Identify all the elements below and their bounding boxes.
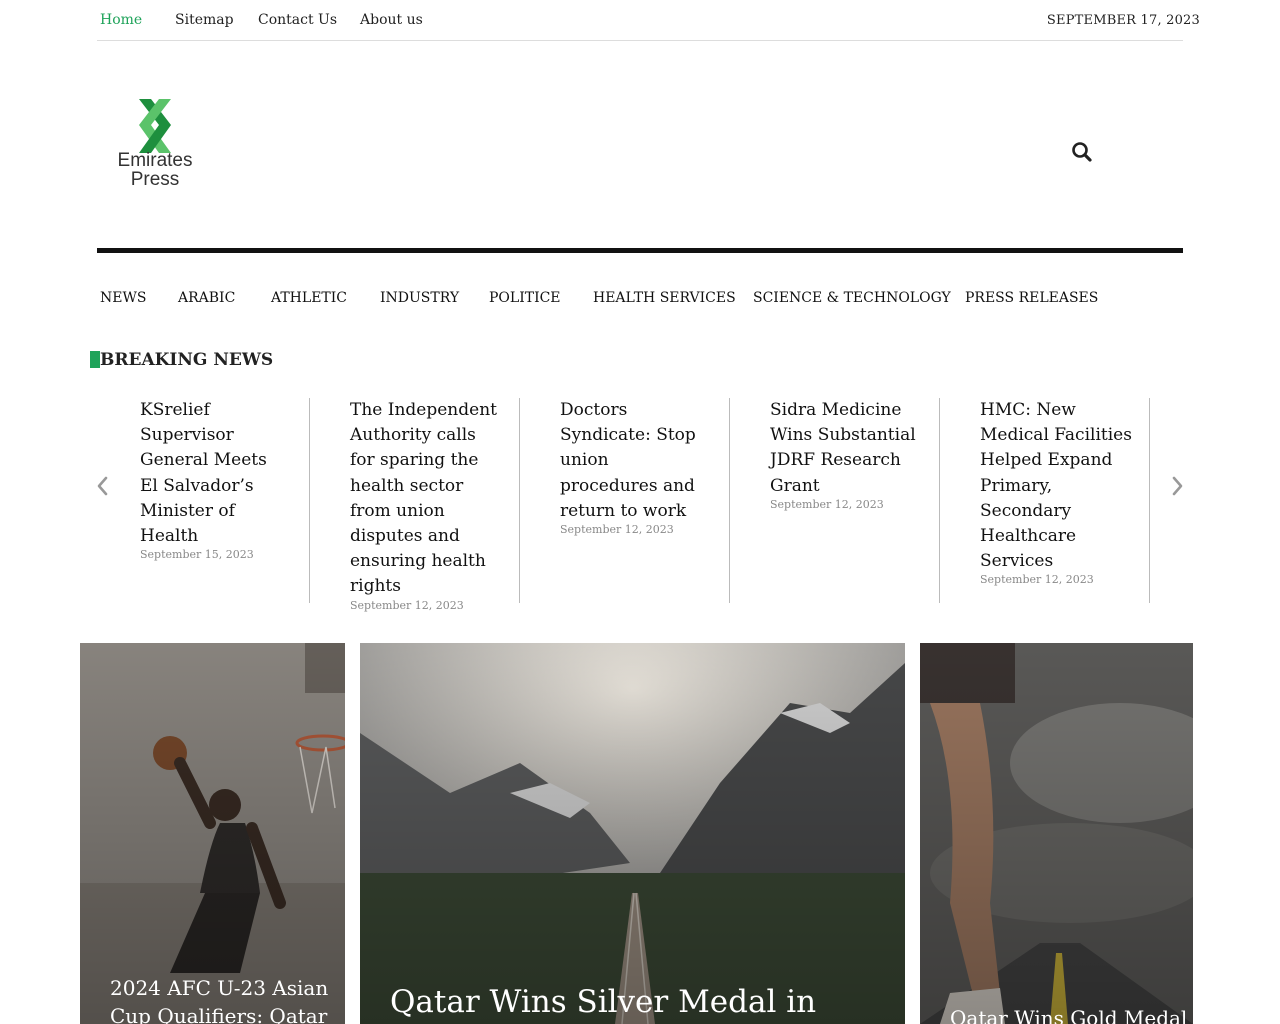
- site-logo[interactable]: Emirates Press: [103, 95, 207, 205]
- news-headline[interactable]: Sidra Medicine Wins Substantial JDRF Res…: [770, 398, 930, 499]
- topnav-sitemap-link[interactable]: Sitemap: [175, 12, 234, 28]
- logo-line-2: Press: [130, 169, 180, 190]
- top-bar: Home Sitemap Contact Us About us SEPTEMB…: [97, 0, 1200, 41]
- topnav-contact-link[interactable]: Contact Us: [258, 12, 337, 28]
- topnav-home-link[interactable]: Home: [100, 12, 142, 28]
- card-overlay: [360, 643, 905, 1024]
- featured-card-title: Qatar Wins Silver Medal in 2023: [390, 984, 817, 1020]
- news-divider: [519, 398, 520, 603]
- x-ribbon-logo-icon: [139, 99, 171, 153]
- header-divider: [97, 248, 1183, 253]
- news-headline[interactable]: KSrelief Supervisor General Meets El Sal…: [140, 398, 290, 549]
- breaking-news-item[interactable]: KSrelief Supervisor General Meets El Sal…: [140, 398, 290, 603]
- news-headline[interactable]: HMC: New Medical Facilities Helped Expan…: [980, 398, 1145, 574]
- topnav-about-link[interactable]: About us: [360, 12, 423, 28]
- breaking-news-item[interactable]: Sidra Medicine Wins Substantial JDRF Res…: [770, 398, 930, 603]
- card-overlay: [920, 643, 1193, 1024]
- chevron-right-icon[interactable]: [1167, 474, 1187, 498]
- featured-card-mountain[interactable]: Qatar Wins Silver Medal in 2023: [360, 643, 905, 1024]
- nav-athletic[interactable]: ATHLETIC: [271, 290, 347, 306]
- logo-wordmark: Emirates Press: [103, 151, 207, 189]
- nav-politice[interactable]: POLITICE: [489, 290, 561, 306]
- search-icon[interactable]: [1071, 141, 1093, 163]
- news-headline[interactable]: The Independent Authority calls for spar…: [350, 398, 500, 600]
- news-divider: [939, 398, 940, 603]
- nav-press-releases[interactable]: PRESS RELEASES: [965, 290, 1098, 306]
- chevron-left-icon[interactable]: [93, 474, 113, 498]
- news-date: September 15, 2023: [140, 548, 254, 562]
- logo-line-1: Emirates: [117, 150, 193, 171]
- nav-news[interactable]: NEWS: [100, 290, 146, 306]
- breaking-news-item[interactable]: Doctors Syndicate: Stop union procedures…: [560, 398, 710, 603]
- news-date: September 12, 2023: [560, 523, 674, 537]
- news-date: September 12, 2023: [770, 497, 884, 511]
- news-date: September 12, 2023: [980, 573, 1094, 587]
- featured-card-runner[interactable]: Qatar Wins Gold Medal in: [920, 643, 1193, 1024]
- nav-science-technology[interactable]: SCIENCE & TECHNOLOGY: [753, 290, 951, 306]
- news-divider: [1149, 398, 1150, 603]
- breaking-news-title: BREAKING NEWS: [100, 350, 274, 370]
- card-overlay: [80, 643, 345, 1024]
- featured-card-title: 2024 AFC U-23 Asian Cup Qualifiers: Qata…: [110, 976, 329, 1024]
- breaking-news-item[interactable]: The Independent Authority calls for spar…: [350, 398, 500, 612]
- breaking-news-item[interactable]: HMC: New Medical Facilities Helped Expan…: [980, 398, 1145, 603]
- nav-arabic[interactable]: ARABIC: [178, 290, 235, 306]
- nav-industry[interactable]: INDUSTRY: [380, 290, 459, 306]
- news-headline[interactable]: Doctors Syndicate: Stop union procedures…: [560, 398, 710, 524]
- news-divider: [729, 398, 730, 603]
- breaking-news-marker: [90, 351, 100, 368]
- featured-card-basketball[interactable]: 2024 AFC U-23 Asian Cup Qualifiers: Qata…: [80, 643, 345, 1024]
- nav-health-services[interactable]: HEALTH SERVICES: [593, 290, 736, 306]
- current-date: SEPTEMBER 17, 2023: [1046, 13, 1200, 28]
- featured-card-title: Qatar Wins Gold Medal in: [950, 1006, 1188, 1024]
- news-divider: [309, 398, 310, 603]
- news-date: September 12, 2023: [350, 598, 464, 612]
